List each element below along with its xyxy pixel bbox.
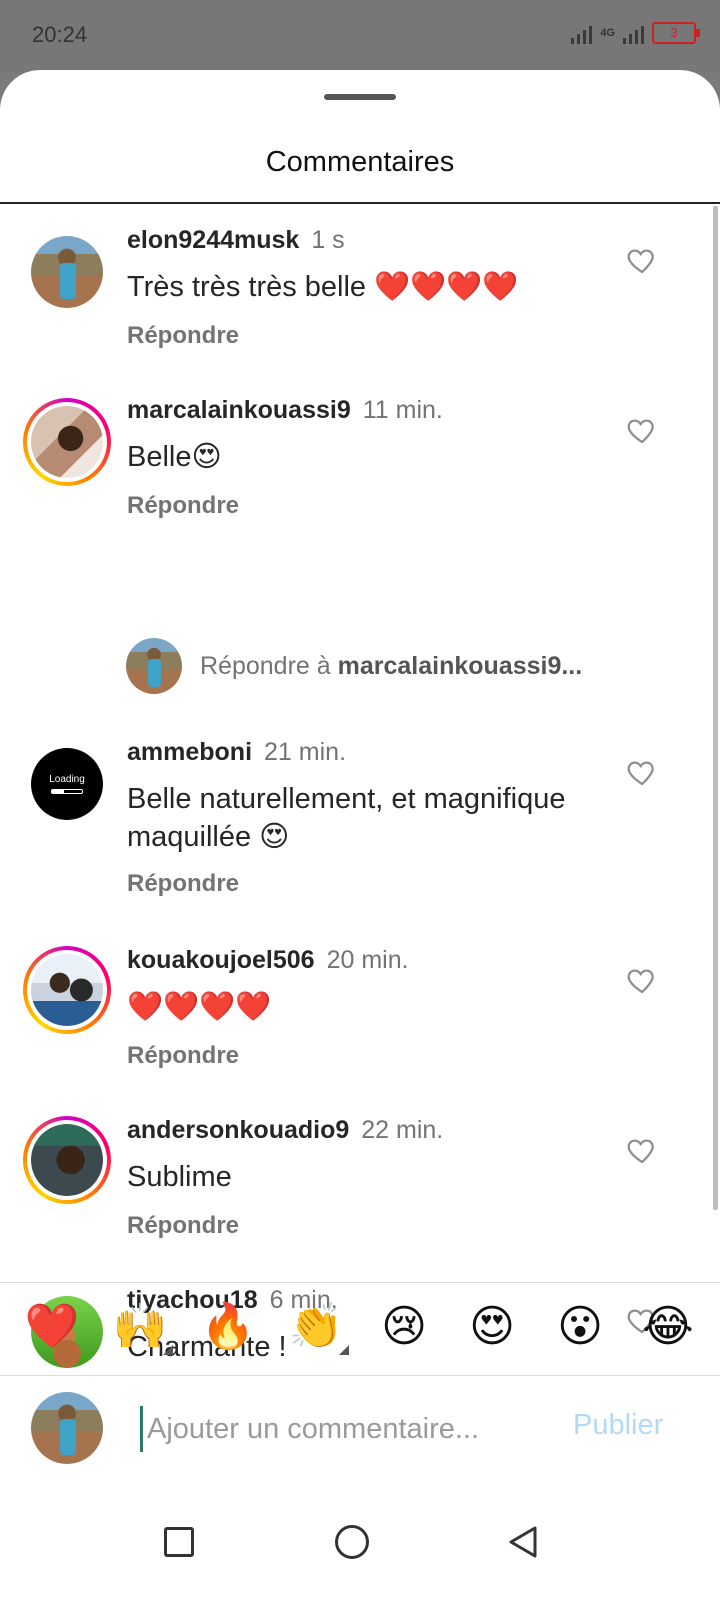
reaction-raised-hands[interactable]: 🙌 <box>105 1305 175 1355</box>
avatar-story-ring[interactable] <box>23 946 111 1034</box>
quick-reactions-bar: ❤️ 🙌 🔥 👏 😢 😍 😮 😂 <box>0 1286 720 1368</box>
avatar-story-ring[interactable] <box>23 398 111 486</box>
emoji-bar-divider-top <box>0 1282 720 1283</box>
heart-icon[interactable] <box>626 756 658 788</box>
reply-button[interactable]: Répondre <box>127 322 239 350</box>
skin-tone-indicator <box>163 1345 173 1355</box>
comment-username[interactable]: ammeboni 21 min. <box>127 738 346 767</box>
comments-sheet: Commentaires elon9244musk 1 s Très très t… <box>0 70 720 1612</box>
drag-handle[interactable] <box>324 94 396 100</box>
loading-bar <box>51 789 83 794</box>
avatar <box>31 954 103 1026</box>
avatar <box>31 1124 103 1196</box>
reaction-clap[interactable]: 👏 <box>281 1305 351 1355</box>
comment-time: 22 min. <box>361 1116 444 1144</box>
reply-prompt[interactable]: Répondre à marcalainkouassi9... <box>0 638 720 694</box>
comment-time: 21 min. <box>264 738 347 766</box>
comment-text: Très très très belle ❤️❤️❤️❤️ <box>127 271 519 303</box>
comment-item: elon9244musk 1 s Très très très belle ❤️❤… <box>0 204 720 349</box>
reply-button[interactable]: Répondre <box>127 1042 239 1070</box>
comment-text: Sublime <box>127 1161 232 1193</box>
back-button[interactable] <box>503 1522 543 1562</box>
comment-text: ❤️❤️❤️❤️ <box>127 991 272 1023</box>
recent-apps-button[interactable] <box>159 1522 199 1562</box>
avatar <box>126 638 182 694</box>
heart-icon[interactable] <box>626 1134 658 1166</box>
comment-time: 1 s <box>311 226 345 254</box>
comment-time: 11 min. <box>362 396 443 424</box>
reply-button[interactable]: Répondre <box>127 492 239 520</box>
status-time: 20:24 <box>32 22 88 47</box>
status-bar: 20:24 4G 3 <box>0 0 720 72</box>
sheet-title: Commentaires <box>265 146 455 178</box>
comment-username[interactable]: marcalainkouassi9 11 min. <box>127 396 443 425</box>
loading-label: Loading <box>49 774 85 785</box>
comment-username[interactable]: andersonkouadio9 22 min. <box>127 1116 443 1145</box>
home-button[interactable] <box>332 1522 372 1562</box>
comments-list: elon9244musk 1 s Très très très belle ❤️❤… <box>0 204 720 1388</box>
heart-icon[interactable] <box>626 964 658 996</box>
comment-text: Belle naturellement, et magnifique maqui… <box>127 783 566 853</box>
network-type: 4G <box>600 27 615 39</box>
comment-composer: Publier <box>0 1376 720 1486</box>
reaction-fire[interactable]: 🔥 <box>193 1305 263 1349</box>
comment-input[interactable] <box>140 1406 540 1452</box>
system-nav-bar <box>0 1486 720 1612</box>
status-icons: 4G 3 <box>571 22 700 44</box>
comment-text: Belle😍 <box>127 441 222 473</box>
signal-icon-2 <box>623 22 644 44</box>
heart-icon[interactable] <box>626 244 658 276</box>
reply-button[interactable]: Répondre <box>127 870 239 898</box>
reply-button[interactable]: Répondre <box>127 1212 239 1240</box>
reply-target-username: marcalainkouassi9... <box>337 652 583 680</box>
reaction-crying[interactable]: 😢 <box>369 1305 439 1349</box>
comment-username[interactable]: kouakoujoel506 20 min. <box>127 946 409 975</box>
reaction-heart-eyes[interactable]: 😍 <box>457 1305 527 1349</box>
reply-prompt-text: Répondre à marcalainkouassi9... <box>200 652 583 680</box>
avatar <box>31 406 103 478</box>
reaction-surprised[interactable]: 😮 <box>545 1305 615 1349</box>
back-triangle-icon <box>509 1526 537 1558</box>
signal-icon <box>571 22 593 44</box>
avatar-story-ring[interactable] <box>23 1116 111 1204</box>
skin-tone-indicator <box>339 1345 349 1355</box>
avatar[interactable] <box>31 236 103 308</box>
comment-time: 20 min. <box>326 946 409 974</box>
avatar[interactable]: Loading <box>31 748 103 820</box>
reaction-heart[interactable]: ❤️ <box>17 1305 87 1349</box>
comment-username[interactable]: elon9244musk 1 s <box>127 226 345 255</box>
square-icon <box>164 1527 194 1557</box>
battery-icon: 3 <box>652 22 700 44</box>
avatar <box>31 1392 103 1464</box>
reaction-laughing[interactable]: 😂 <box>633 1305 703 1349</box>
circle-icon <box>335 1525 369 1559</box>
publish-button[interactable]: Publier <box>573 1409 663 1442</box>
heart-icon[interactable] <box>626 414 658 446</box>
